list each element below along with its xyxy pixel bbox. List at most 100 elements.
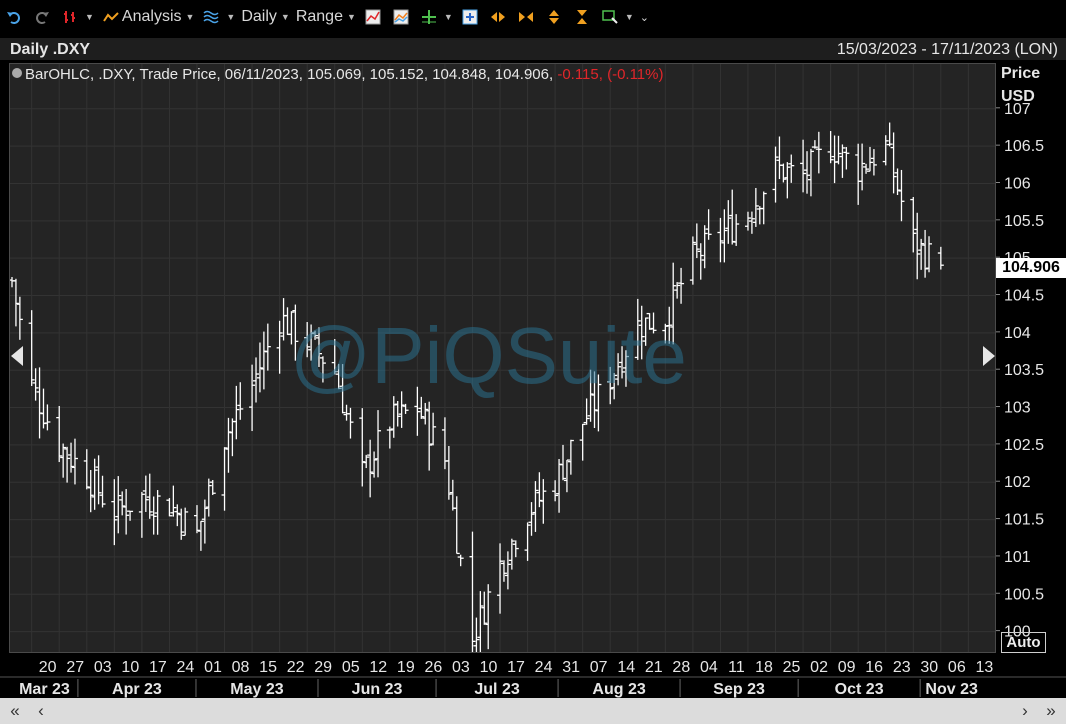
ohlc-bar	[56, 405, 63, 463]
interval-label: Daily	[241, 8, 277, 25]
wave-icon	[203, 10, 219, 24]
ohlc-bar	[260, 331, 267, 390]
ohlc-bar	[674, 282, 681, 299]
interval-dropdown[interactable]: Daily ▼	[238, 5, 292, 29]
compress-vertical-icon	[576, 10, 587, 24]
ohlc-bar	[807, 148, 814, 197]
x-tick-label: 06	[948, 659, 966, 676]
ohlc-bar	[12, 278, 19, 327]
more-button[interactable]: ⌄	[637, 5, 652, 29]
ohlc-bar	[725, 200, 732, 244]
ohlc-bar	[453, 496, 460, 555]
undo-button[interactable]	[0, 5, 28, 29]
ohlc-bar	[253, 357, 260, 403]
x-tick-label: 05	[342, 659, 360, 676]
y-tick-label: 104.5	[1004, 288, 1044, 305]
chevron-down-icon: ▼	[280, 12, 290, 22]
ohlc-bar	[784, 162, 791, 199]
x-tick-label: 15	[259, 659, 277, 676]
expand-horizontal-button[interactable]	[484, 5, 512, 29]
y-axis[interactable]: 100 100.5 101 101.5 102 102.5 103 103.5 104 104.5…	[996, 63, 1066, 653]
y-tick-label: 104	[1004, 325, 1031, 342]
range-label: Range	[295, 8, 343, 25]
ohlc-bar	[469, 531, 476, 652]
month-label: May 23	[230, 681, 283, 698]
ohlc-bar	[71, 438, 78, 485]
scroll-forward-icon[interactable]: ›	[1012, 700, 1038, 722]
ohlc-bar	[390, 396, 397, 438]
scroll-back-icon[interactable]: ‹	[28, 700, 54, 722]
month-label: Nov 23	[925, 681, 978, 698]
ohlc-bar	[32, 368, 39, 401]
ohlc-bar	[115, 476, 122, 534]
overlay-button[interactable]: ▼	[197, 5, 238, 29]
ohlc-bar	[367, 439, 374, 498]
x-axis[interactable]: 20 27 03 10 17 24 01 08 15 22 29 05 12 19 26 03 10 17 24 31…	[0, 653, 1066, 698]
y-tick-label: 101.5	[1004, 512, 1044, 529]
compress-horizontal-icon	[518, 12, 533, 22]
x-tick-label: 08	[232, 659, 250, 676]
y-axis-ticks: 100100.5101101.5102102.5103103.5104104.5…	[996, 101, 1044, 641]
y-tick-label: 100.5	[1004, 586, 1044, 603]
ohlc-bar	[839, 144, 846, 178]
chevron-down-icon: ▼	[185, 12, 195, 22]
compress-horizontal-button[interactable]	[512, 5, 540, 29]
x-tick-label: 30	[920, 659, 938, 676]
expand-horizontal-icon	[490, 12, 505, 22]
ohlc-bar	[111, 479, 118, 546]
legend: BarOHLC, .DXY, Trade Price, 06/11/2023, …	[12, 66, 664, 83]
crosshair-button[interactable]: ▼	[415, 5, 456, 29]
x-tick-label: 25	[783, 659, 801, 676]
chevron-down-icon: ▼	[85, 12, 94, 22]
ohlc-bar	[430, 412, 437, 446]
ohlc-bar	[449, 479, 456, 511]
compress-vertical-button[interactable]	[568, 5, 596, 29]
scroll-end-icon[interactable]: »	[1038, 700, 1064, 722]
ohlc-bar	[512, 540, 519, 558]
x-tick-label: 03	[94, 659, 112, 676]
series-marker-icon	[12, 68, 22, 78]
month-label: Aug 23	[592, 681, 645, 698]
scroll-start-icon[interactable]: «	[2, 700, 28, 722]
redo-button[interactable]	[28, 5, 56, 29]
ohlc-bar	[64, 446, 71, 483]
x-tick-label: 10	[480, 659, 498, 676]
ohlc-bar	[563, 459, 570, 493]
auto-scale-button[interactable]: Auto	[1001, 632, 1046, 653]
ohlc-bar	[229, 418, 236, 457]
ohlc-bar	[910, 197, 917, 253]
chart-title: Daily .DXY	[10, 41, 91, 58]
ohlc-bar	[772, 146, 779, 203]
ohlc-bar	[760, 191, 767, 225]
ohlc-bar	[497, 543, 504, 614]
x-tick-label: 31	[562, 659, 580, 676]
chart-type-compare-button[interactable]	[387, 5, 415, 29]
expand-vertical-button[interactable]	[540, 5, 568, 29]
ohlc-bar	[528, 502, 535, 536]
ohlc-bar	[276, 320, 283, 374]
ohlc-bar	[375, 410, 382, 478]
chart-style-button[interactable]: ▼	[56, 5, 97, 29]
month-label: Jul 23	[474, 681, 519, 698]
scroll-left-arrow-icon[interactable]	[11, 346, 23, 366]
ohlc-bar	[898, 169, 905, 222]
ohlc-bar	[481, 591, 488, 625]
ohlc-bar	[138, 491, 145, 538]
y-tick-label: 101	[1004, 549, 1031, 566]
chart-type-line-button[interactable]	[359, 5, 387, 29]
ohlc-bar	[705, 209, 712, 240]
scroll-right-arrow-icon[interactable]	[983, 346, 995, 366]
time-scrollbar[interactable]: « ‹ › »	[0, 698, 1066, 724]
x-tick-label: 09	[838, 659, 856, 676]
ohlc-bar	[422, 402, 429, 425]
range-dropdown[interactable]: Range ▼	[293, 5, 359, 29]
select-region-button[interactable]: ▼	[596, 5, 637, 29]
legend-text: BarOHLC, .DXY, Trade Price, 06/11/2023, …	[25, 66, 554, 83]
expand-vertical-icon	[548, 10, 559, 24]
y-tick-label: 102	[1004, 474, 1031, 491]
x-tick-label: 16	[865, 659, 883, 676]
zoom-in-button[interactable]	[456, 5, 484, 29]
ohlc-bar	[863, 163, 870, 174]
analysis-button[interactable]: Analysis ▼	[97, 5, 198, 29]
x-tick-label: 20	[39, 659, 57, 676]
